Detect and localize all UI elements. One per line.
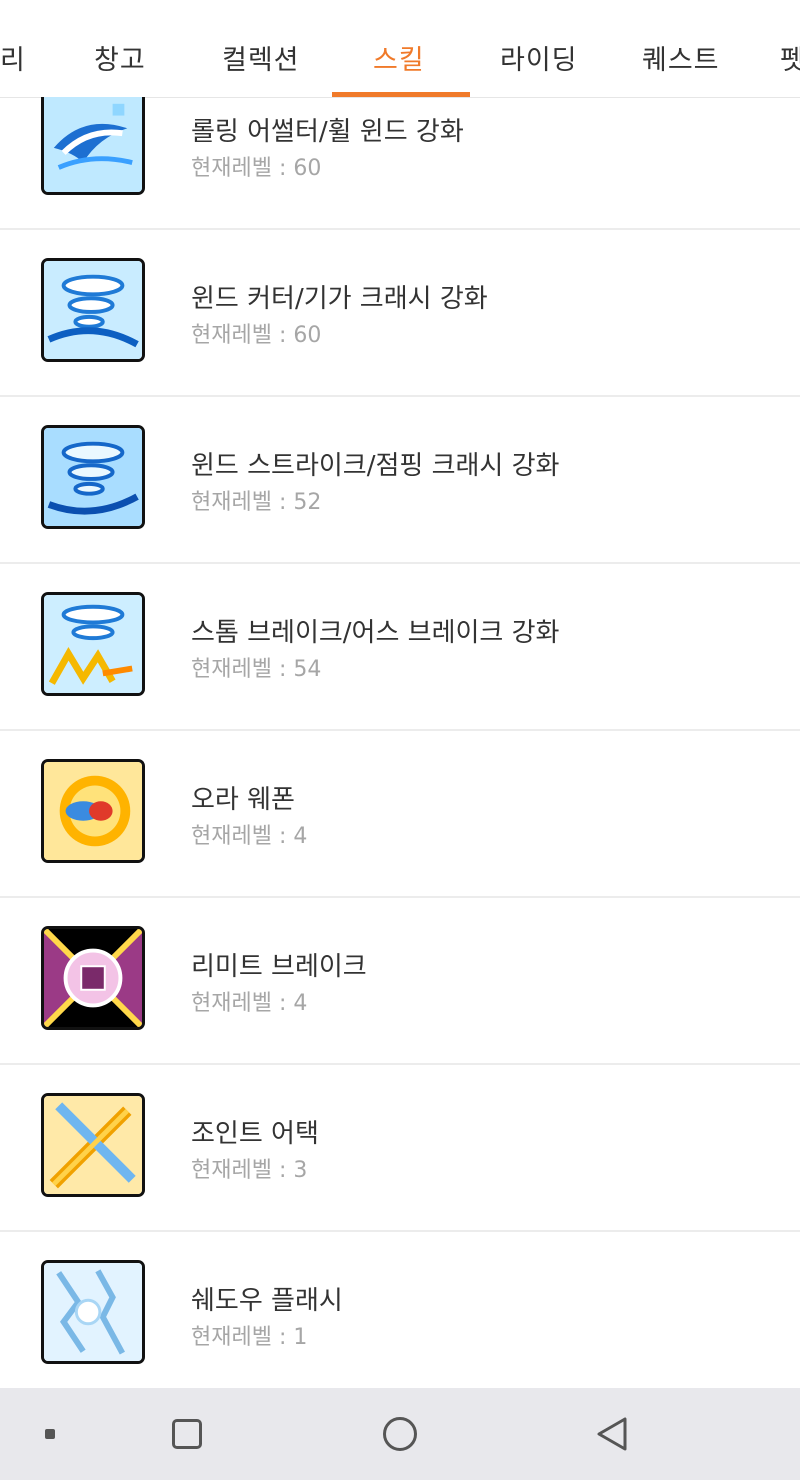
shadow-flash-skill-icon <box>41 1260 145 1364</box>
tab-riding[interactable]: 라이딩 <box>500 38 578 77</box>
skill-level: 현재레벨 : 54 <box>191 657 322 682</box>
skill-row[interactable]: 윈드 커터/기가 크래시 강화 현재레벨 : 60 <box>0 228 800 397</box>
skill-row[interactable]: 스톰 브레이크/어스 브레이크 강화 현재레벨 : 54 <box>0 562 800 731</box>
tab-partial-left[interactable]: 리 <box>0 38 26 77</box>
skill-level: 현재레벨 : 60 <box>191 156 322 181</box>
tab-storage[interactable]: 창고 <box>94 38 146 77</box>
tab-skill[interactable]: 스킬 <box>373 38 425 77</box>
skill-name: 스톰 브레이크/어스 브레이크 강화 <box>191 618 560 648</box>
skill-level: 현재레벨 : 1 <box>191 1325 308 1350</box>
tab-collection[interactable]: 컬렉션 <box>222 38 300 77</box>
limit-break-skill-icon <box>41 926 145 1030</box>
home-circle-icon[interactable] <box>370 1388 430 1480</box>
tornado-yellow-skill-icon <box>41 592 145 696</box>
skill-level: 현재레벨 : 4 <box>191 991 308 1016</box>
tab-bar: 리 창고 컬렉션 스킬 라이딩 퀘스트 펫 <box>0 0 800 98</box>
skill-level: 현재레벨 : 3 <box>191 1158 308 1183</box>
aura-orb-skill-icon <box>41 759 145 863</box>
skill-name: 오라 웨폰 <box>191 785 295 815</box>
skill-row[interactable]: 쉐도우 플래시 현재레벨 : 1 <box>0 1230 800 1388</box>
skill-name: 쉐도우 플래시 <box>191 1286 343 1316</box>
skill-name: 리미트 브레이크 <box>191 952 367 982</box>
recent-dot-icon[interactable] <box>20 1388 80 1480</box>
crossed-swords-skill-icon <box>41 1093 145 1197</box>
skill-name: 윈드 커터/기가 크래시 강화 <box>191 284 488 314</box>
skill-row[interactable]: 롤링 어썰터/휠 윈드 강화 현재레벨 : 60 <box>0 97 800 230</box>
tab-quest[interactable]: 퀘스트 <box>642 38 720 77</box>
skill-list: 롤링 어썰터/휠 윈드 강화 현재레벨 : 60 윈드 커터/기가 크래시 강화… <box>0 97 800 1388</box>
skill-level: 현재레벨 : 60 <box>191 323 322 348</box>
skill-name: 조인트 어택 <box>191 1119 319 1149</box>
skill-name: 윈드 스트라이크/점핑 크래시 강화 <box>191 451 560 481</box>
back-triangle-icon[interactable] <box>582 1388 642 1480</box>
wind-blue-skill-icon <box>41 97 145 195</box>
skill-row[interactable]: 조인트 어택 현재레벨 : 3 <box>0 1063 800 1232</box>
skill-row[interactable]: 오라 웨폰 현재레벨 : 4 <box>0 729 800 898</box>
tornado-blue-skill-icon <box>41 425 145 529</box>
skill-level: 현재레벨 : 52 <box>191 490 322 515</box>
system-navigation-bar <box>0 1388 800 1480</box>
skill-row[interactable]: 윈드 스트라이크/점핑 크래시 강화 현재레벨 : 52 <box>0 395 800 564</box>
skill-row[interactable]: 리미트 브레이크 현재레벨 : 4 <box>0 896 800 1065</box>
skill-level: 현재레벨 : 4 <box>191 824 308 849</box>
tornado-blue-skill-icon <box>41 258 145 362</box>
skill-name: 롤링 어썰터/휠 윈드 강화 <box>191 117 464 147</box>
tab-pet[interactable]: 펫 <box>780 38 800 77</box>
overview-square-icon[interactable] <box>157 1388 217 1480</box>
